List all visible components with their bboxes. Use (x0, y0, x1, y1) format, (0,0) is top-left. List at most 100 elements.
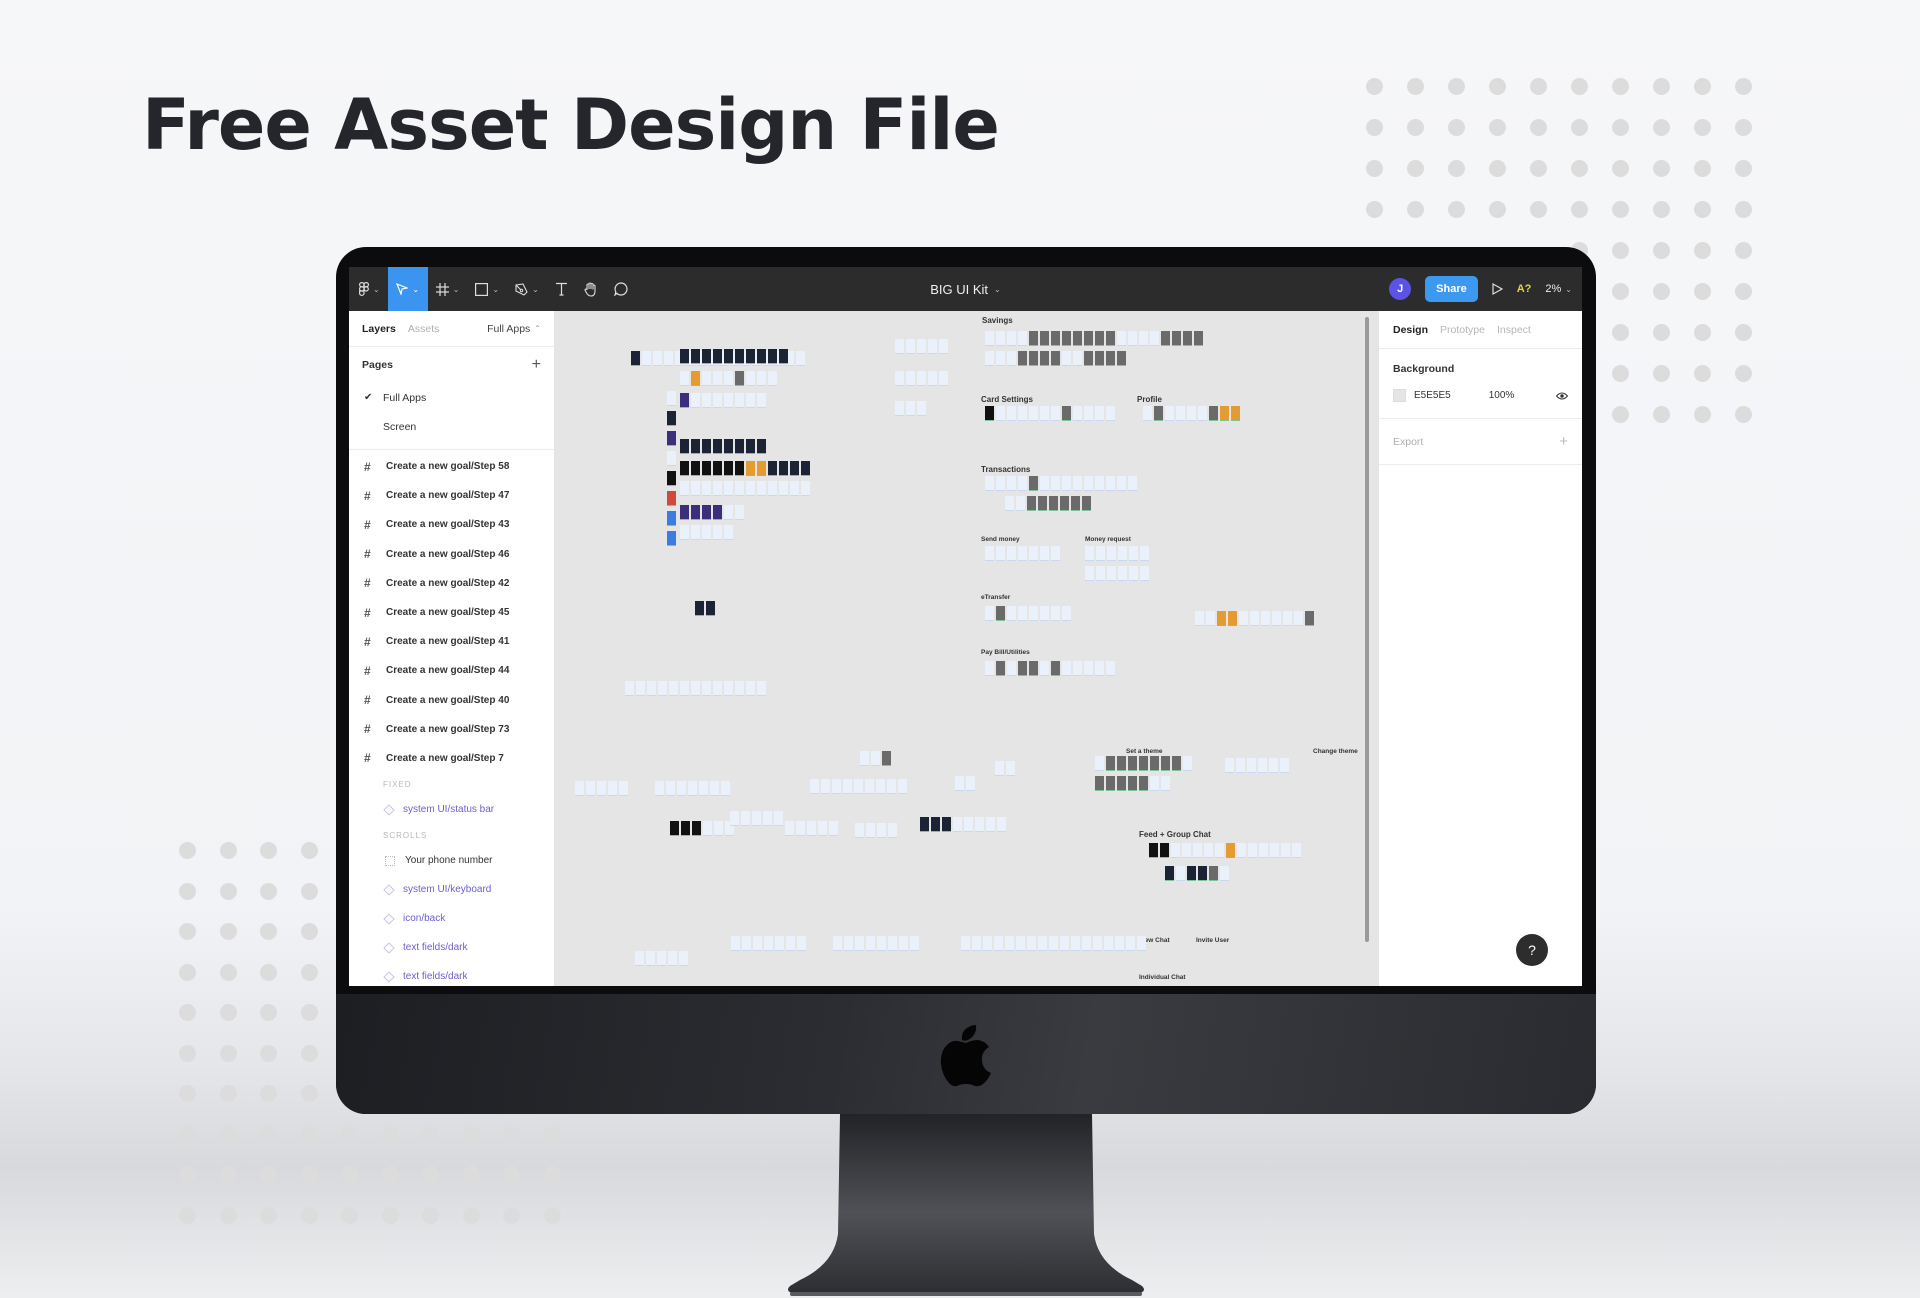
canvas-frame-thumbnail[interactable] (1150, 331, 1159, 346)
canvas-frame-thumbnail[interactable] (735, 461, 744, 476)
canvas-frame-thumbnail[interactable] (1272, 611, 1281, 626)
canvas-frame-thumbnail[interactable] (1095, 661, 1104, 676)
canvas-frame-thumbnail[interactable] (724, 525, 733, 540)
canvas-frame-thumbnail[interactable] (1198, 866, 1207, 881)
move-tool-button[interactable]: ⌄ (387, 267, 428, 311)
canvas-frame-thumbnail[interactable] (1106, 661, 1115, 676)
canvas-frame-thumbnail[interactable] (1029, 661, 1038, 676)
canvas-frame-thumbnail[interactable] (1106, 406, 1115, 421)
canvas-frame-thumbnail[interactable] (757, 349, 766, 364)
canvas-frame-thumbnail[interactable] (1018, 476, 1027, 491)
canvas-frame-thumbnail[interactable] (779, 349, 788, 364)
background-color-swatch[interactable] (1393, 389, 1406, 402)
canvas-frame-thumbnail[interactable] (1161, 331, 1170, 346)
canvas-frame-thumbnail[interactable] (667, 431, 676, 446)
canvas-frame-group[interactable] (985, 331, 1203, 346)
canvas-frame-thumbnail[interactable] (680, 505, 689, 520)
canvas-frame-thumbnail[interactable] (855, 823, 864, 838)
canvas-section-label[interactable]: eTransfer (981, 594, 1010, 601)
canvas-frame-thumbnail[interactable] (1139, 776, 1148, 791)
canvas-frame-thumbnail[interactable] (994, 936, 1003, 951)
canvas-frame-thumbnail[interactable] (1018, 331, 1027, 346)
canvas-frame-thumbnail[interactable] (1060, 496, 1069, 511)
canvas-frame-thumbnail[interactable] (899, 936, 908, 951)
canvas-frame-thumbnail[interactable] (1040, 546, 1049, 561)
canvas-frame-thumbnail[interactable] (724, 371, 733, 386)
canvas-frame-group[interactable] (730, 811, 783, 826)
canvas-frame-thumbnail[interactable] (680, 461, 689, 476)
canvas-frame-thumbnail[interactable] (1115, 936, 1124, 951)
canvas-section-label[interactable]: Send money (981, 536, 1020, 543)
canvas-frame-thumbnail[interactable] (1016, 936, 1025, 951)
canvas-frame-group[interactable] (1149, 843, 1301, 858)
canvas-frame-thumbnail[interactable] (1071, 496, 1080, 511)
canvas-frame-thumbnail[interactable] (702, 439, 711, 454)
canvas-frame-thumbnail[interactable] (790, 481, 799, 496)
canvas-frame-thumbnail[interactable] (1172, 331, 1181, 346)
canvas-frame-thumbnail[interactable] (742, 936, 751, 951)
canvas-frame-group[interactable] (667, 491, 676, 506)
canvas-frame-thumbnail[interactable] (1160, 843, 1169, 858)
canvas-frame-thumbnail[interactable] (688, 781, 697, 796)
canvas-frame-thumbnail[interactable] (768, 461, 777, 476)
add-page-icon[interactable]: + (532, 356, 541, 374)
canvas-frame-thumbnail[interactable] (996, 476, 1005, 491)
canvas-frame-thumbnail[interactable] (1027, 496, 1036, 511)
canvas-frame-thumbnail[interactable] (1005, 496, 1014, 511)
canvas-section-label[interactable]: Set a theme (1126, 748, 1163, 755)
canvas-frame-thumbnail[interactable] (746, 439, 755, 454)
canvas-frame-thumbnail[interactable] (1217, 611, 1226, 626)
canvas-frame-thumbnail[interactable] (1150, 756, 1159, 771)
canvas-frame-group[interactable] (961, 936, 1146, 951)
canvas-frame-thumbnail[interactable] (1139, 331, 1148, 346)
canvas-frame-thumbnail[interactable] (785, 821, 794, 836)
canvas-frame-thumbnail[interactable] (917, 371, 926, 386)
canvas-frame-group[interactable] (667, 411, 676, 426)
canvas-frame-group[interactable] (1165, 866, 1229, 881)
canvas-frame-thumbnail[interactable] (667, 411, 676, 426)
canvas-frame-thumbnail[interactable] (786, 936, 795, 951)
canvas-frame-thumbnail[interactable] (695, 601, 704, 616)
canvas-frame-group[interactable] (895, 401, 926, 416)
canvas-frame-thumbnail[interactable] (1283, 611, 1292, 626)
canvas-frame-thumbnail[interactable] (866, 936, 875, 951)
canvas-frame-thumbnail[interactable] (1292, 843, 1301, 858)
canvas-frame-thumbnail[interactable] (680, 481, 689, 496)
canvas-frame-thumbnail[interactable] (735, 439, 744, 454)
canvas-frame-thumbnail[interactable] (996, 406, 1005, 421)
canvas-frame-thumbnail[interactable] (1040, 606, 1049, 621)
canvas-frame-thumbnail[interactable] (1209, 406, 1218, 421)
canvas-frame-thumbnail[interactable] (1247, 758, 1256, 773)
add-export-icon[interactable]: + (1559, 433, 1568, 450)
canvas-frame-thumbnail[interactable] (854, 779, 863, 794)
canvas-frame-thumbnail[interactable] (702, 505, 711, 520)
canvas-frame-thumbnail[interactable] (680, 525, 689, 540)
canvas-frame-thumbnail[interactable] (1051, 546, 1060, 561)
canvas-frame-thumbnail[interactable] (1225, 758, 1234, 773)
layer-frame-item[interactable]: # Create a new goal/Step 47 (349, 481, 554, 510)
canvas-frame-group[interactable] (895, 371, 948, 386)
canvas-frame-thumbnail[interactable] (931, 817, 940, 832)
canvas-frame-thumbnail[interactable] (702, 393, 711, 408)
canvas-frame-thumbnail[interactable] (1082, 936, 1091, 951)
canvas-frame-thumbnail[interactable] (691, 481, 700, 496)
canvas-frame-thumbnail[interactable] (713, 439, 722, 454)
canvas-frame-thumbnail[interactable] (691, 505, 700, 520)
layer-frame-item[interactable]: # Create a new goal/Step 40 (349, 686, 554, 715)
canvas-frame-thumbnail[interactable] (871, 751, 880, 766)
canvas-frame-thumbnail[interactable] (702, 461, 711, 476)
canvas-frame-thumbnail[interactable] (702, 371, 711, 386)
file-title-dropdown[interactable]: BIG UI Kit ⌄ (930, 267, 1001, 311)
canvas-frame-thumbnail[interactable] (746, 393, 755, 408)
canvas-frame-group[interactable] (855, 823, 897, 838)
canvas-frame-thumbnail[interactable] (1029, 476, 1038, 491)
canvas-frame-thumbnail[interactable] (753, 936, 762, 951)
layer-frame-item[interactable]: # Create a new goal/Step 44 (349, 656, 554, 685)
canvas-frame-thumbnail[interactable] (1220, 406, 1229, 421)
canvas-frame-group[interactable] (655, 781, 730, 796)
canvas-frame-thumbnail[interactable] (752, 811, 761, 826)
canvas-section-label[interactable]: Transactions (981, 465, 1030, 474)
user-avatar[interactable]: J (1389, 278, 1412, 300)
canvas-frame-thumbnail[interactable] (983, 936, 992, 951)
canvas-frame-thumbnail[interactable] (877, 823, 886, 838)
